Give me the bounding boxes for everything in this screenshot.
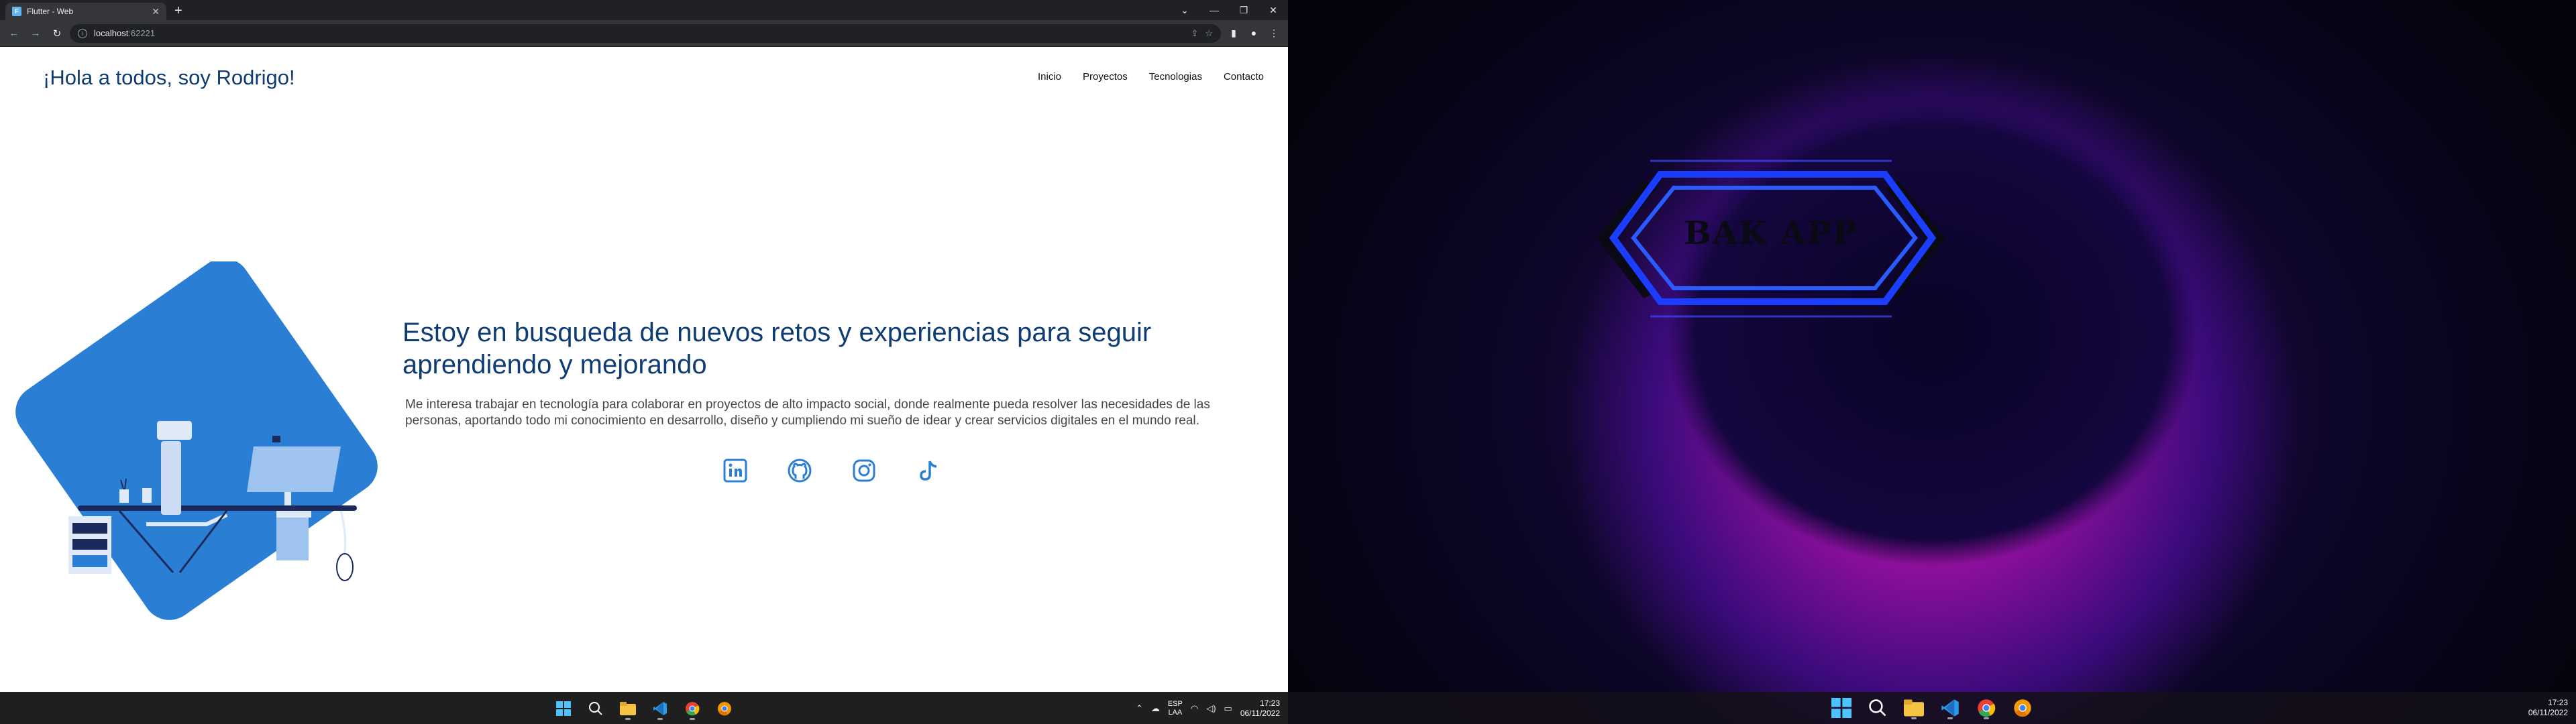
menu-kebab-icon[interactable]: ⋮ — [1265, 27, 1283, 39]
chevron-up-icon[interactable]: ⌃ — [1136, 703, 1143, 714]
left-monitor: F Flutter - Web ✕ + ⌄ — ❐ ✕ ← → ↻ i loca… — [0, 0, 1288, 724]
profile-icon[interactable]: ● — [1245, 27, 1263, 39]
system-tray-right: 17:23 06/11/2022 — [2528, 692, 2568, 724]
url-host: localhost — [94, 28, 129, 38]
taskbar-left: ⌃ ☁ ESP LAA ◠ ◁) ▭ 17:23 06/11/2022 — [0, 692, 1288, 724]
search-icon[interactable] — [584, 697, 608, 721]
social-links — [722, 457, 942, 484]
tab-close-icon[interactable]: ✕ — [152, 6, 160, 17]
restore-icon[interactable]: ❐ — [1229, 5, 1258, 16]
address-bar[interactable]: i localhost:62221 ⇪ ☆ — [70, 23, 1221, 43]
site-info-icon[interactable]: i — [78, 28, 87, 38]
chrome-icon[interactable] — [680, 697, 704, 721]
nav-contacto[interactable]: Contacto — [1224, 71, 1264, 82]
tab-title: Flutter - Web — [27, 7, 74, 16]
browser-tab[interactable]: F Flutter - Web ✕ — [5, 3, 166, 20]
logo-text: BAK APP — [1684, 215, 1858, 252]
lang-line1: ESP — [1167, 700, 1183, 708]
site-title: ¡Hola a todos, soy Rodrigo! — [43, 66, 295, 89]
wifi-icon[interactable]: ◠ — [1191, 703, 1198, 714]
window-controls: ⌄ — ❐ ✕ — [1170, 0, 1288, 20]
bookmark-star-icon[interactable]: ☆ — [1205, 28, 1213, 39]
main-nav: Inicio Proyectos Tecnologias Contacto — [1038, 71, 1264, 82]
lang-line2: LAA — [1168, 709, 1183, 717]
minimize-icon[interactable]: — — [1199, 5, 1229, 15]
clock-time: 17:23 — [2547, 698, 2568, 707]
portfolio-page: ¡Hola a todos, soy Rodrigo! Inicio Proye… — [0, 47, 1288, 690]
back-icon[interactable]: ← — [5, 25, 23, 42]
start-windows-icon[interactable] — [551, 697, 576, 721]
clock[interactable]: 17:23 06/11/2022 — [2528, 698, 2568, 718]
flutter-favicon-icon: F — [12, 7, 21, 16]
close-window-icon[interactable]: ✕ — [1258, 5, 1288, 16]
instagram-icon[interactable] — [851, 457, 877, 484]
onedrive-cloud-icon[interactable]: ☁ — [1151, 703, 1160, 714]
browser-toolbar: ← → ↻ i localhost:62221 ⇪ ☆ ▮ ● ⋮ — [0, 20, 1288, 47]
hero-description: Me interesa trabajar en tecnología para … — [405, 398, 1210, 428]
hero-heading: Estoy en busqueda de nuevos retos y expe… — [402, 318, 1152, 379]
clock[interactable]: 17:23 06/11/2022 — [1240, 699, 1280, 719]
new-tab-icon[interactable]: + — [174, 3, 182, 20]
nav-proyectos[interactable]: Proyectos — [1083, 71, 1128, 82]
start-windows-icon[interactable] — [1829, 696, 1854, 720]
nav-inicio[interactable]: Inicio — [1038, 71, 1061, 82]
chrome-canary-icon[interactable] — [712, 697, 737, 721]
vscode-icon[interactable] — [648, 697, 672, 721]
reload-icon[interactable]: ↻ — [48, 25, 66, 42]
workspace-illustration — [15, 261, 378, 620]
url-port: :62221 — [128, 28, 156, 38]
forward-icon[interactable]: → — [27, 25, 44, 42]
taskbar-right: 17:23 06/11/2022 — [1288, 692, 2576, 724]
file-explorer-icon[interactable] — [616, 697, 640, 721]
volume-icon[interactable]: ◁) — [1206, 703, 1216, 714]
clock-date: 06/11/2022 — [2528, 708, 2568, 717]
tab-search-icon[interactable]: ⌄ — [1170, 5, 1199, 16]
tiktok-icon[interactable] — [915, 457, 942, 484]
file-explorer-icon[interactable] — [1902, 696, 1926, 720]
system-tray: ⌃ ☁ ESP LAA ◠ ◁) ▭ 17:23 06/11/2022 — [1136, 692, 1280, 724]
side-panel-icon[interactable]: ▮ — [1225, 27, 1242, 39]
share-icon[interactable]: ⇪ — [1191, 28, 1198, 39]
right-monitor-desktop: BAK APP 17:23 06/11/2022 — [1288, 0, 2576, 724]
vscode-icon[interactable] — [1938, 696, 1962, 720]
chrome-icon[interactable] — [1974, 696, 1998, 720]
chrome-canary-icon[interactable] — [2010, 696, 2035, 720]
nav-tecnologias[interactable]: Tecnologias — [1149, 71, 1202, 82]
github-icon[interactable] — [786, 457, 813, 484]
battery-icon[interactable]: ▭ — [1224, 703, 1232, 714]
language-indicator[interactable]: ESP LAA — [1168, 700, 1183, 717]
search-icon[interactable] — [1866, 696, 1890, 720]
clock-time: 17:23 — [1259, 699, 1280, 708]
browser-tabstrip: F Flutter - Web ✕ + ⌄ — ❐ ✕ — [0, 0, 1288, 20]
clock-date: 06/11/2022 — [1240, 709, 1280, 718]
linkedin-icon[interactable] — [722, 457, 749, 484]
